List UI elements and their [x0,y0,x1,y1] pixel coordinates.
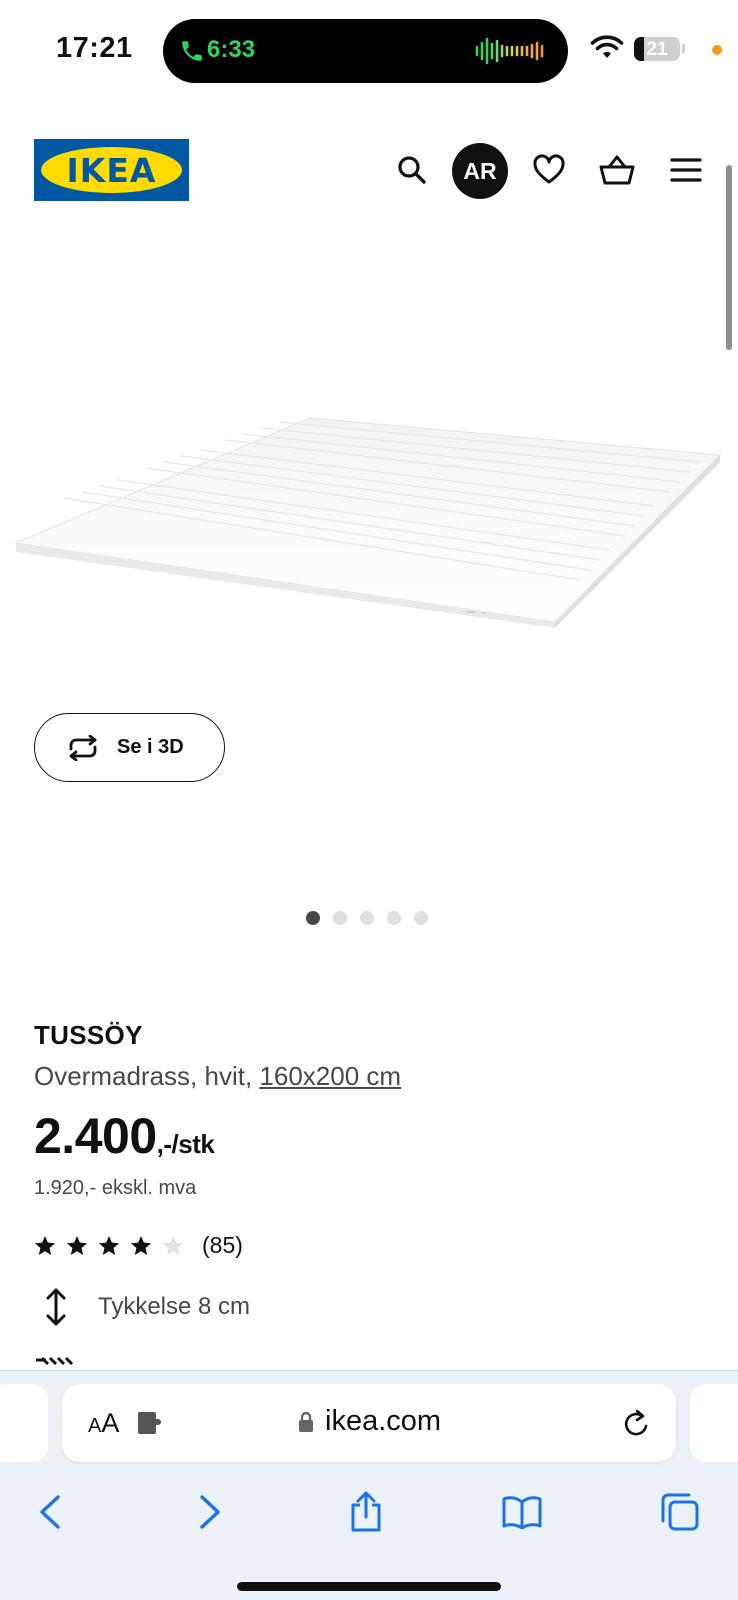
menu-button[interactable] [662,146,710,194]
microphone-indicator-dot [712,45,722,55]
call-indicator[interactable]: 6:33 [163,19,568,83]
phone-icon [182,41,202,61]
basket-button[interactable] [593,146,641,194]
star-filled-icon [131,1235,151,1255]
status-bar: 17:21 6:33 21 [0,0,738,100]
call-duration: 6:33 [207,36,256,63]
share-icon [351,1491,381,1532]
rotate-3d-icon [69,734,97,761]
logo-text: IKEA [66,151,157,190]
address-bar[interactable]: AA ikea.com [62,1384,676,1462]
star-filled-icon [99,1235,119,1255]
carousel-dot[interactable] [387,911,401,925]
battery-percent: 21 [646,39,668,60]
product-description: Overmadrass, hvit, 160x200 cm [34,1061,401,1092]
next-tab-peek[interactable] [690,1384,738,1462]
thickness-info: Tykkelse 8 cm [34,1287,250,1327]
status-time: 17:21 [56,32,133,64]
menu-icon [670,158,702,182]
forward-arrow-icon [200,1495,220,1529]
carousel-dot[interactable] [414,911,428,925]
product-name: TUSSÖY [34,1020,143,1050]
page-scrollbar[interactable] [726,165,732,350]
audio-waveform-icon [475,37,544,65]
carousel-dot[interactable] [306,911,320,925]
tabs-button[interactable] [656,1489,704,1535]
price-ex-vat: 1.920,- ekskl. mva [34,1177,197,1199]
text-size-button[interactable]: AA [88,1408,119,1439]
back-button[interactable] [26,1489,74,1535]
carousel-dot[interactable] [360,911,374,925]
carousel-dot[interactable] [333,911,347,925]
back-arrow-icon [40,1495,60,1529]
view-in-3d-button[interactable]: Se i 3D [34,713,225,782]
bookmarks-button[interactable] [498,1489,546,1535]
search-icon [398,156,426,184]
partially-hidden-row [34,1356,734,1370]
ikea-logo[interactable]: IKEA ® [34,139,189,201]
product-rating[interactable]: (85) [34,1232,243,1259]
forward-button[interactable] [186,1489,234,1535]
search-button[interactable] [388,146,436,194]
browser-toolbar: AA ikea.com [0,1370,738,1600]
star-filled-icon [67,1235,87,1255]
product-price: 2.400,-/stk [34,1107,215,1165]
previous-tab-peek[interactable] [0,1384,48,1462]
product-image[interactable] [0,400,738,640]
home-indicator[interactable] [237,1582,501,1591]
battery-indicator: 21 [634,37,680,61]
star-empty-icon [163,1235,183,1255]
carousel-pagination[interactable] [306,911,428,927]
thickness-arrow-icon [46,1288,66,1326]
extension-icon[interactable] [136,1410,166,1436]
thickness-text: Tykkelse 8 cm [98,1293,251,1320]
view-in-3d-label: Se i 3D [117,736,184,758]
price-suffix: ,-/stk [156,1129,215,1159]
star-filled-icon [35,1235,55,1255]
lock-icon [299,1411,313,1432]
reload-icon[interactable] [622,1408,652,1440]
favourites-button[interactable] [525,146,573,194]
size-link[interactable]: 160x200 cm [259,1061,401,1091]
book-icon [502,1496,542,1529]
review-count[interactable]: (85) [202,1232,243,1259]
price-main: 2.400 [34,1108,157,1164]
basket-icon [599,155,635,185]
rating-stars [34,1235,194,1257]
tabs-icon [661,1493,699,1531]
heart-icon [533,154,565,184]
url-domain[interactable]: ikea.com [325,1405,441,1438]
share-button[interactable] [342,1489,390,1535]
wifi-icon [590,35,624,58]
battery-nub [682,44,685,53]
product-description-text: Overmadrass, hvit, [34,1061,260,1091]
hidden-row-icon [36,1356,74,1366]
logo-registered-mark: ® [172,149,178,156]
ar-button[interactable]: AR [452,143,508,199]
